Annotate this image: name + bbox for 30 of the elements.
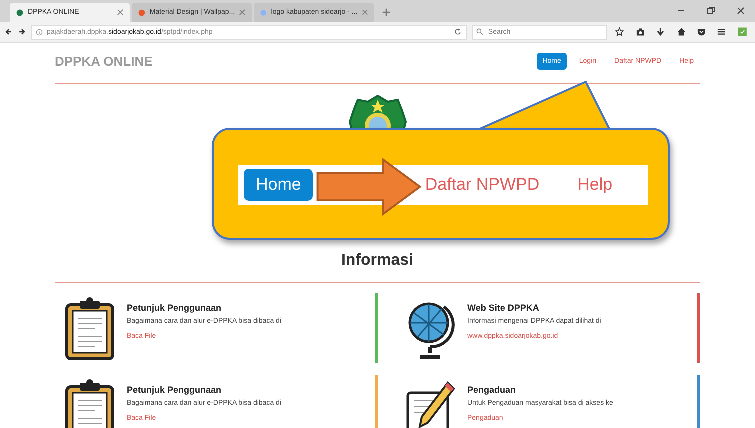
search-icon: [476, 28, 484, 36]
extension-icon[interactable]: [738, 27, 748, 37]
page-icon: [260, 8, 268, 16]
card-title: Petunjuk Penggunaan: [127, 385, 223, 395]
download-icon[interactable]: [656, 27, 666, 37]
star-icon[interactable]: [615, 27, 625, 37]
restore-icon[interactable]: [706, 6, 716, 16]
clipboard-icon: [65, 297, 115, 361]
shield-icon[interactable]: [696, 27, 706, 37]
camera-icon[interactable]: [636, 27, 646, 37]
card-title: Petunjuk Penggunaan: [127, 303, 223, 313]
arrow-icon: [314, 158, 424, 216]
close-icon[interactable]: [117, 9, 124, 16]
new-tab-icon[interactable]: [382, 8, 391, 17]
section-title: Informasi: [340, 252, 414, 270]
back-icon[interactable]: [5, 28, 13, 36]
card-title: Pengaduan: [468, 385, 518, 395]
page-icon: [16, 8, 24, 16]
home-icon[interactable]: [676, 27, 686, 37]
nav-link[interactable]: Daftar NPWPD: [413, 169, 552, 201]
site-title: DPPKA ONLINE: [55, 54, 153, 68]
info-icon: [36, 28, 43, 36]
menu-icon[interactable]: [717, 27, 727, 37]
card-title: Web Site DPPKA: [468, 303, 540, 313]
nav-link[interactable]: Home: [244, 169, 314, 201]
page-icon: [138, 8, 146, 16]
nav-link[interactable]: Help: [566, 169, 625, 201]
forward-icon[interactable]: [18, 28, 26, 36]
reload-icon[interactable]: [454, 28, 462, 36]
close-icon[interactable]: [736, 6, 746, 16]
